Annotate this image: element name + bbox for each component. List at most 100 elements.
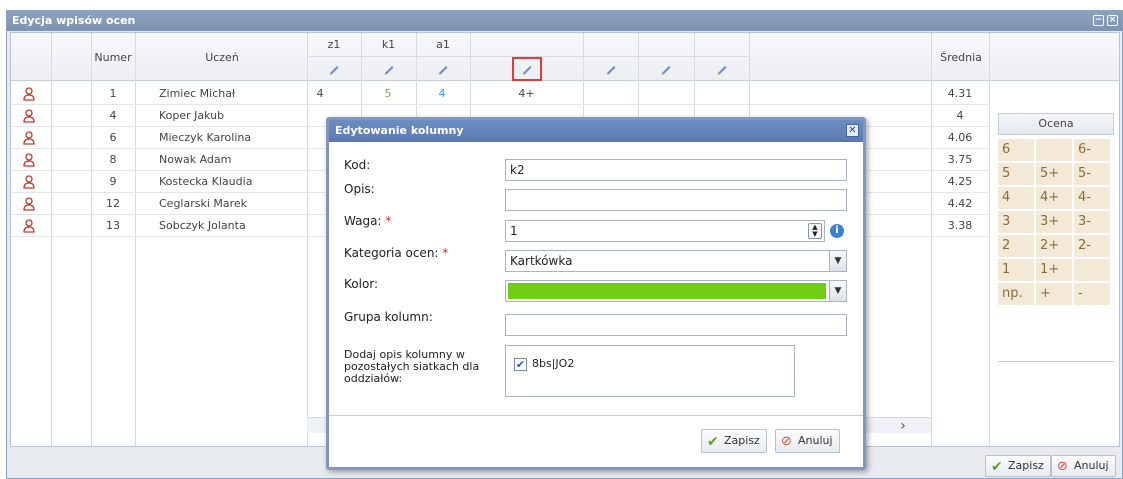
grade-button[interactable]: np. [998, 283, 1034, 305]
dialog-save-button[interactable]: ✔ Zapisz [701, 429, 767, 453]
kolor-select[interactable]: ▼ [505, 280, 847, 302]
grade-button[interactable]: 3- [1074, 211, 1110, 233]
close-icon[interactable]: × [1107, 15, 1118, 26]
opis-field[interactable] [505, 189, 847, 211]
grade-button[interactable]: 2+ [1036, 235, 1072, 257]
cell-srednia: 4.42 [947, 197, 973, 210]
cancel-icon: ⊘ [1057, 459, 1068, 474]
cell-numer: 6 [109, 131, 117, 144]
header-numer: Numer [94, 51, 132, 64]
cell-srednia: 4.06 [947, 131, 973, 144]
dodaj-label: Dodaj opis kolumny w pozostałych siatkac… [344, 348, 480, 385]
selected-column-highlight [511, 57, 542, 81]
waga-label-text: Waga: [344, 214, 382, 228]
user-icon [23, 109, 35, 123]
grade-button[interactable]: 6- [1074, 139, 1110, 161]
checkmark-icon: ✔ [707, 434, 719, 450]
cancel-button[interactable]: ⊘ Anuluj [1051, 455, 1116, 477]
cell-srednia: 4.31 [947, 87, 973, 100]
grupa-field[interactable] [505, 314, 847, 336]
cell-grade: 4 [316, 87, 324, 100]
dialog-save-label: Zapisz [724, 434, 760, 447]
user-icon [23, 197, 35, 211]
required-marker: * [442, 246, 449, 260]
cell-numer: 1 [109, 87, 117, 100]
pencil-icon[interactable] [327, 62, 341, 76]
header-divider [309, 56, 749, 57]
kod-label: Kod: [344, 158, 371, 172]
chevron-down-icon[interactable]: ▼ [829, 281, 846, 301]
cell-grade: 4 [438, 87, 446, 100]
grade-button[interactable]: 6 [998, 139, 1034, 161]
user-icon [23, 87, 35, 101]
minimize-icon[interactable]: − [1093, 15, 1104, 26]
grade-column-header[interactable]: k1 [361, 38, 416, 51]
kolor-label: Kolor: [344, 277, 379, 291]
dialog-title: Edytowanie kolumny [335, 124, 464, 137]
pencil-icon[interactable] [604, 62, 618, 76]
dialog-close-icon[interactable]: ✕ [846, 124, 859, 137]
col-line [989, 33, 990, 446]
save-button-label: Zapisz [1008, 459, 1044, 472]
cancel-icon: ⊘ [781, 434, 792, 449]
dodaj-checkbox[interactable]: ✔ [514, 358, 527, 371]
grade-button[interactable]: 1 [998, 259, 1034, 281]
user-icon [23, 219, 35, 233]
grade-button[interactable]: 1+ [1036, 259, 1072, 281]
header-uczen: Uczeń [205, 51, 239, 64]
kategoria-label-text: Kategoria ocen: [344, 246, 439, 260]
cell-uczen: Koper Jakub [159, 109, 225, 122]
spinner-icon[interactable]: ▲ ▼ [808, 223, 822, 239]
grade-button[interactable]: 3+ [1036, 211, 1072, 233]
cell-srednia: 4 [956, 109, 964, 122]
grade-button[interactable] [1074, 259, 1110, 281]
user-icon [23, 131, 35, 145]
waga-label: Waga: * [344, 214, 391, 228]
grade-button[interactable]: 3 [998, 211, 1034, 233]
cell-srednia: 4.25 [947, 175, 973, 188]
grade-button[interactable]: 2 [998, 235, 1034, 257]
edit-column-dialog: Edytowanie kolumny ✕ Kod: k2 Opis: Waga:… [326, 117, 866, 470]
kolor-swatch [508, 283, 826, 299]
info-icon[interactable]: i [830, 224, 844, 238]
grade-column-header[interactable]: a1 [416, 38, 470, 51]
cell-numer: 13 [106, 219, 120, 232]
window-titlebar: Edycja wpisów ocen − × [7, 11, 1122, 31]
dialog-cancel-button[interactable]: ⊘ Anuluj [775, 429, 840, 453]
pencil-icon[interactable] [659, 62, 673, 76]
grade-button[interactable] [1036, 139, 1072, 161]
pencil-icon[interactable] [436, 62, 450, 76]
cell-uczen: Kostecka Klaudia [159, 175, 253, 188]
grade-button[interactable]: 4- [1074, 187, 1110, 209]
header-srednia: Średnia [940, 51, 982, 64]
grade-button[interactable]: + [1036, 283, 1072, 305]
waga-field[interactable]: 1 ▲ ▼ [505, 220, 825, 242]
cell-numer: 4 [109, 109, 117, 122]
scroll-right-icon[interactable]: › [883, 418, 923, 434]
cell-numer: 8 [109, 153, 117, 166]
grade-button[interactable]: 4 [998, 187, 1034, 209]
grade-button[interactable]: 4+ [1036, 187, 1072, 209]
grid-header: Numer Uczeń Średnia z1 k1 a1 [11, 33, 1119, 81]
pencil-icon[interactable] [382, 62, 396, 76]
grade-column-header[interactable]: z1 [307, 38, 361, 51]
kategoria-select[interactable]: Kartkówka ▼ [505, 250, 847, 272]
grade-button[interactable]: 2- [1074, 235, 1110, 257]
pencil-icon[interactable] [715, 62, 729, 76]
kategoria-label: Kategoria ocen: * [344, 246, 448, 260]
grade-button[interactable]: 5 [998, 163, 1034, 185]
grade-button[interactable]: - [1074, 283, 1110, 305]
chevron-down-icon[interactable]: ▼ [829, 251, 846, 271]
grade-button[interactable]: 5- [1074, 163, 1110, 185]
grupa-label: Grupa kolumn: [344, 310, 433, 324]
kod-field[interactable]: k2 [505, 159, 847, 181]
grade-panel-title: Ocena [998, 113, 1114, 135]
table-row[interactable]: 1 Zimiec Michał 4 5 4 4+ 4.31 [11, 83, 989, 105]
grade-panel-divider [998, 361, 1114, 362]
user-icon [23, 175, 35, 189]
cell-grade: 5 [384, 87, 392, 100]
cell-grade: 4+ [518, 87, 535, 100]
grade-button[interactable]: 5+ [1036, 163, 1072, 185]
save-button[interactable]: ✔ Zapisz [985, 455, 1051, 477]
dialog-divider [329, 415, 863, 416]
